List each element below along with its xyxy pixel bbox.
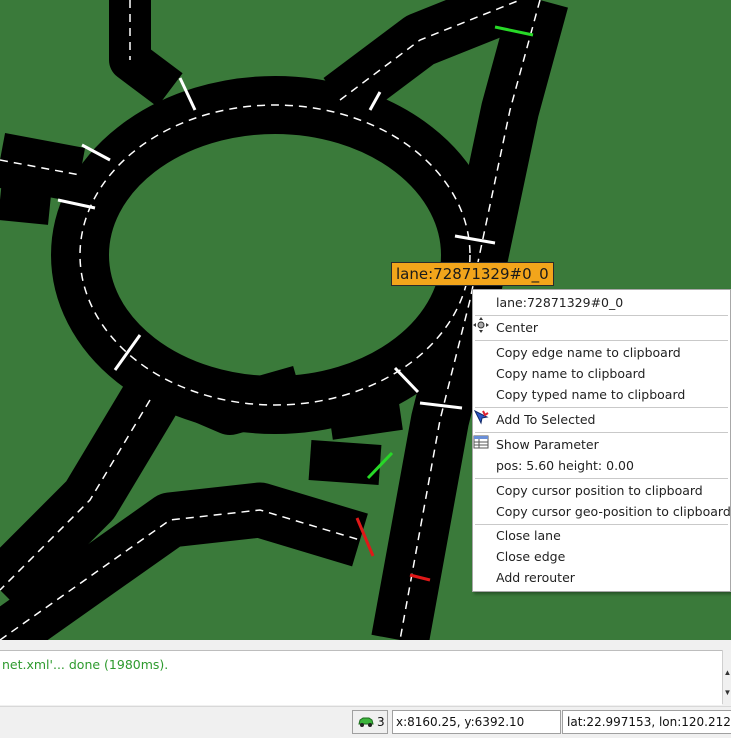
vehicle-count: 3 (377, 715, 385, 729)
lane-tooltip: lane:72871329#0_0 (391, 262, 554, 286)
menu-separator (475, 340, 728, 341)
menu-header: lane:72871329#0_0 (496, 295, 624, 310)
context-menu[interactable]: lane:72871329#0_0 Center Copy edge name … (472, 289, 731, 592)
menu-separator (475, 315, 728, 316)
menu-item-copy-name[interactable]: Copy name to clipboard (473, 363, 730, 384)
menu-item-close-edge[interactable]: Close edge (473, 546, 730, 567)
scroll-down-arrow-icon[interactable]: ▼ (723, 688, 731, 698)
menu-item-label: Center (496, 320, 539, 335)
menu-item-label: Add To Selected (496, 412, 596, 427)
menu-item-position: pos: 5.60 height: 0.00 (473, 455, 730, 476)
menu-item-copy-edge-name[interactable]: Copy edge name to clipboard (473, 342, 730, 363)
menu-item-center[interactable]: Center (473, 317, 730, 338)
add-selection-icon (473, 409, 489, 425)
menu-item-label: Copy cursor position to clipboard (496, 483, 703, 498)
log-line: net.xml'... done (1980ms). (2, 657, 169, 672)
menu-item-label: pos: 5.60 height: 0.00 (496, 458, 634, 473)
menu-item-label: Close lane (496, 528, 561, 543)
menu-item-show-parameter[interactable]: Show Parameter (473, 434, 730, 455)
menu-item-label: Close edge (496, 549, 566, 564)
menu-separator (475, 432, 728, 433)
message-log[interactable]: net.xml'... done (1980ms). (0, 650, 722, 705)
menu-separator (475, 407, 728, 408)
menu-item-copy-geo-position[interactable]: Copy cursor geo-position to clipboard (473, 501, 731, 522)
menu-item-label: Copy cursor geo-position to clipboard (496, 504, 731, 519)
scroll-up-arrow-icon[interactable]: ▲ (723, 668, 731, 678)
menu-separator (475, 478, 728, 479)
log-scrollbar[interactable]: ▲ ▼ (722, 650, 731, 704)
menu-item-label: Copy name to clipboard (496, 366, 646, 381)
menu-item-label: Add rerouter (496, 570, 575, 585)
cursor-xy-readout: x:8160.25, y:6392.10 (392, 710, 561, 734)
menu-item-add-rerouter[interactable]: Add rerouter (473, 567, 730, 588)
table-icon (473, 435, 489, 449)
menu-item-close-lane[interactable]: Close lane (473, 525, 730, 546)
menu-item-label: Copy typed name to clipboard (496, 387, 686, 402)
cursor-latlon-readout: lat:22.997153, lon:120.21217 (562, 710, 731, 734)
status-bar: 3 x:8160.25, y:6392.10 lat:22.997153, lo… (0, 706, 731, 738)
menu-item-copy-typed-name[interactable]: Copy typed name to clipboard (473, 384, 730, 405)
menu-item-copy-cursor-position[interactable]: Copy cursor position to clipboard (473, 480, 730, 501)
menu-item-label: Show Parameter (496, 437, 599, 452)
network-view[interactable]: lane:72871329#0_0 lane:72871329#0_0 Cent… (0, 0, 731, 640)
vehicle-count-button[interactable]: 3 (352, 710, 388, 734)
menu-item-label: Copy edge name to clipboard (496, 345, 681, 360)
car-icon (358, 717, 374, 727)
menu-item-add-to-selected[interactable]: Add To Selected (473, 409, 730, 430)
recenter-icon (473, 317, 489, 333)
